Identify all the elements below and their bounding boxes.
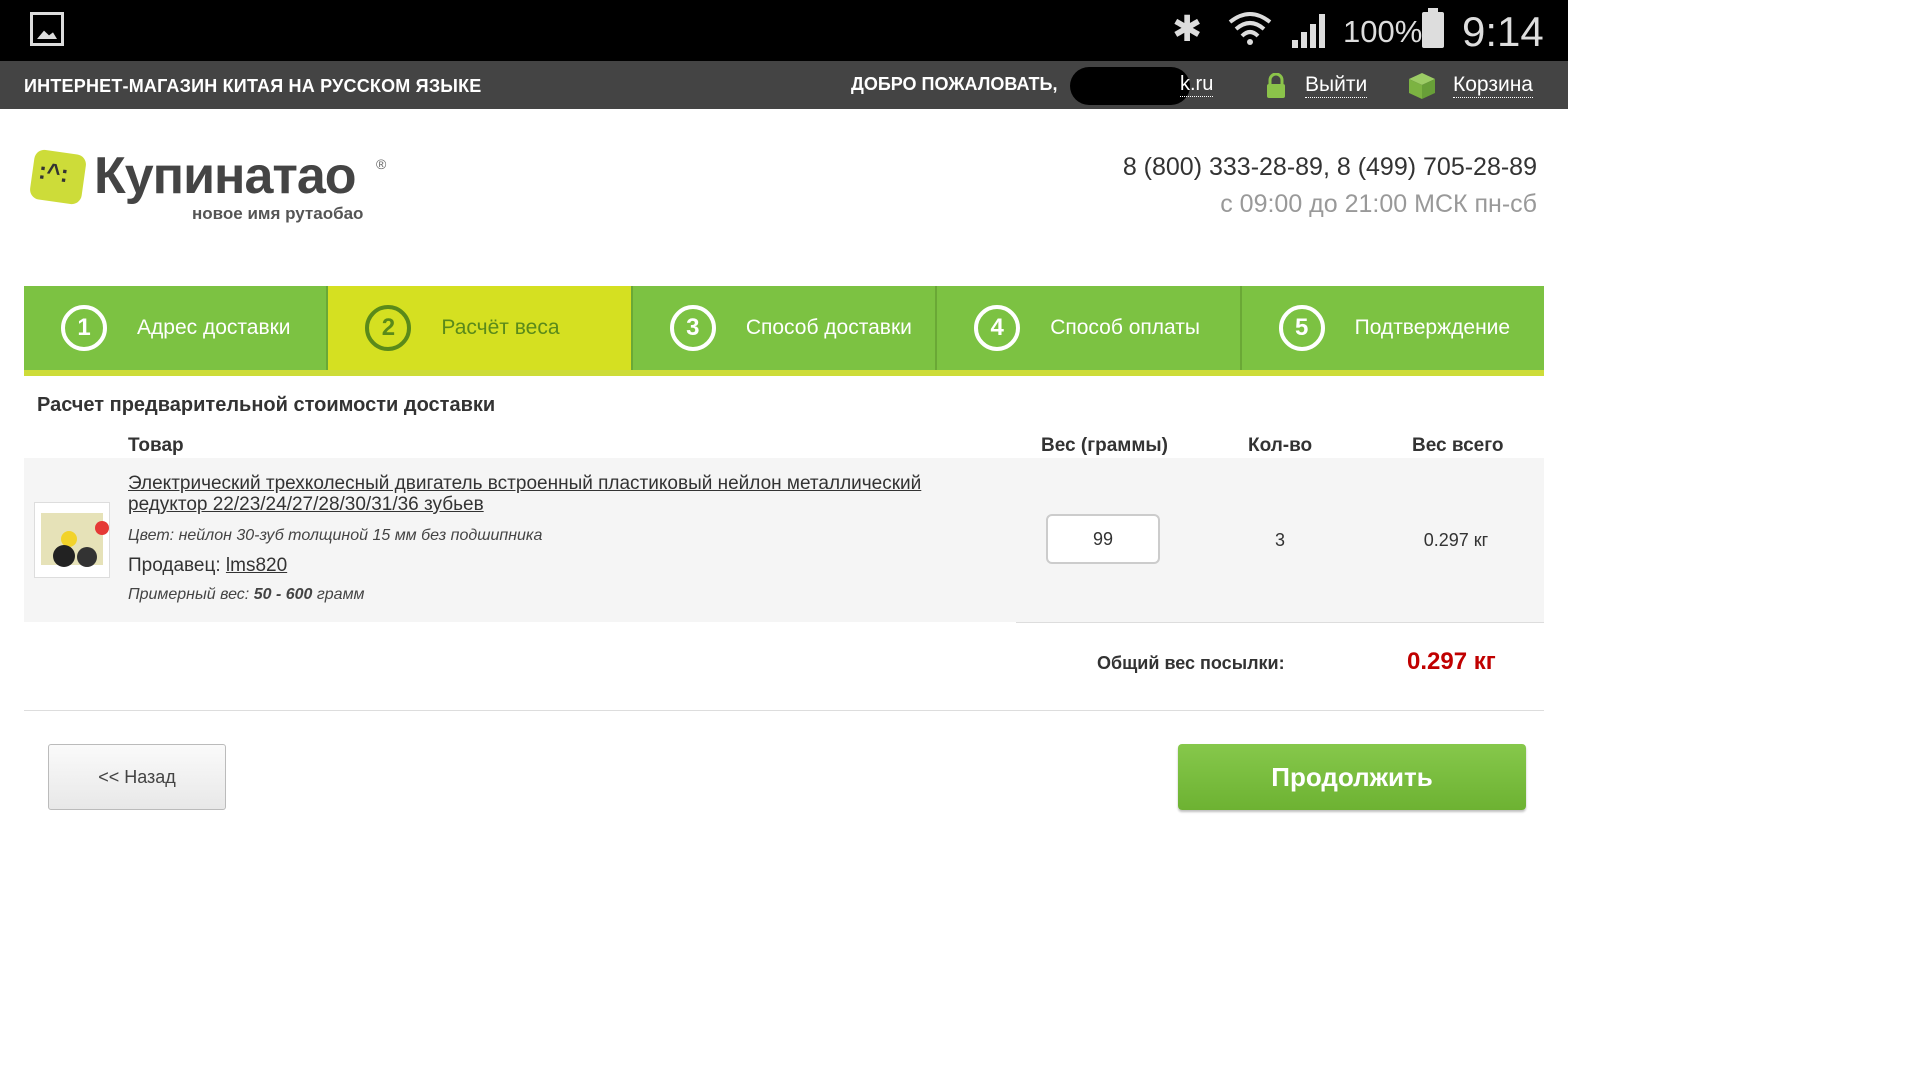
working-hours: с 09:00 до 21:00 МСК пн-сб: [1220, 190, 1537, 218]
weight-input[interactable]: [1046, 514, 1160, 564]
cart-link[interactable]: Корзина: [1453, 73, 1533, 98]
column-header-weight: Вес (граммы): [1041, 435, 1168, 456]
step-label: Способ доставки: [745, 316, 912, 339]
product-title-link[interactable]: Электрический трехколесный двигатель вст…: [128, 473, 978, 515]
top-nav: ИНТЕРНЕТ-МАГАЗИН КИТАЯ НА РУССКОМ ЯЗЫКЕ …: [0, 61, 1568, 109]
step-payment-method[interactable]: 4 Способ оплаты: [937, 286, 1242, 370]
battery-percent: 100%: [1343, 14, 1423, 49]
total-weight-value: 0.297 кг: [1423, 530, 1489, 550]
section-title: Расчет предварительной стоимости доставк…: [37, 394, 496, 416]
logo-tagline: новое имя рутаобао: [192, 204, 364, 223]
signal-icon: [1292, 14, 1325, 48]
battery-icon: [1422, 8, 1444, 48]
product-color: Цвет: нейлон 30-зуб толщиной 15 мм без п…: [128, 527, 543, 544]
quantity-value: 3: [1274, 530, 1285, 550]
column-header-qty: Кол-во: [1248, 435, 1313, 456]
logo-mark-icon: [28, 148, 88, 206]
column-header-total: Вес всего: [1412, 435, 1504, 456]
bluetooth-icon: ✱: [1172, 8, 1203, 49]
logout-link[interactable]: Выйти: [1305, 73, 1368, 98]
back-button[interactable]: << Назад: [48, 744, 226, 810]
step-label: Расчёт веса: [441, 316, 560, 339]
step-label: Способ оплаты: [1050, 316, 1200, 339]
logo-brand: Купинатао: [94, 147, 357, 205]
column-header-product: Товар: [128, 435, 184, 456]
step-number: 1: [61, 305, 107, 351]
summary-divider: [1016, 622, 1544, 623]
step-number: 4: [974, 305, 1021, 351]
cart-box-icon: [1409, 73, 1435, 99]
step-delivery-address[interactable]: 1 Адрес доставки: [24, 286, 329, 370]
logo-registered: ®: [376, 156, 387, 172]
step-number: 5: [1278, 305, 1325, 351]
approx-label: Примерный вес:: [128, 586, 250, 603]
shop-title: ИНТЕРНЕТ-МАГАЗИН КИТАЯ НА РУССКОМ ЯЗЫКЕ: [24, 76, 482, 96]
seller-label: Продавец:: [128, 555, 221, 576]
wifi-icon: [1228, 12, 1272, 45]
approx-weight: Примерный вес: 50 - 600 грамм: [128, 586, 365, 604]
parcel-weight-label: Общий вес посылки:: [1097, 653, 1285, 673]
footer-divider: [24, 710, 1544, 711]
parcel-weight-value: 0.297 кг: [1407, 648, 1496, 675]
welcome-text: ДОБРО ПОЖАЛОВАТЬ,: [851, 74, 1058, 94]
seller-info: Продавец: lms820: [128, 555, 287, 577]
step-label: Адрес доставки: [137, 316, 291, 339]
redacted-email: [1070, 67, 1190, 105]
lock-icon: [1267, 73, 1285, 98]
step-confirmation[interactable]: 5 Подтверждение: [1242, 286, 1544, 370]
site-logo[interactable]: Купинатао ® новое имя рутаобао: [28, 147, 392, 225]
user-email-link[interactable]: k.ru: [1180, 73, 1214, 97]
product-image: [41, 513, 109, 567]
status-bar: ✱ 100% 9:14: [0, 0, 1568, 61]
step-label: Подтверждение: [1354, 316, 1511, 339]
step-delivery-method[interactable]: 3 Способ доставки: [633, 286, 938, 370]
approx-unit: грамм: [316, 586, 365, 603]
seller-link[interactable]: lms820: [226, 555, 287, 576]
checkout-steps: 1 Адрес доставки 2 Расчёт веса 3 Способ …: [24, 286, 1544, 376]
gallery-icon: [30, 12, 64, 46]
clock: 9:14: [1462, 8, 1544, 55]
step-number: 3: [669, 305, 716, 351]
continue-button[interactable]: Продолжить: [1178, 744, 1526, 810]
step-number: 2: [365, 305, 412, 351]
step-weight-calc[interactable]: 2 Расчёт веса: [328, 286, 633, 370]
approx-value: 50 - 600: [253, 586, 313, 603]
phone-numbers: 8 (800) 333-28-89, 8 (499) 705-28-89: [1122, 153, 1537, 181]
product-thumbnail[interactable]: [34, 502, 110, 578]
contact-info: 8 (800) 333-28-89, 8 (499) 705-28-89 с 0…: [1123, 153, 1537, 219]
